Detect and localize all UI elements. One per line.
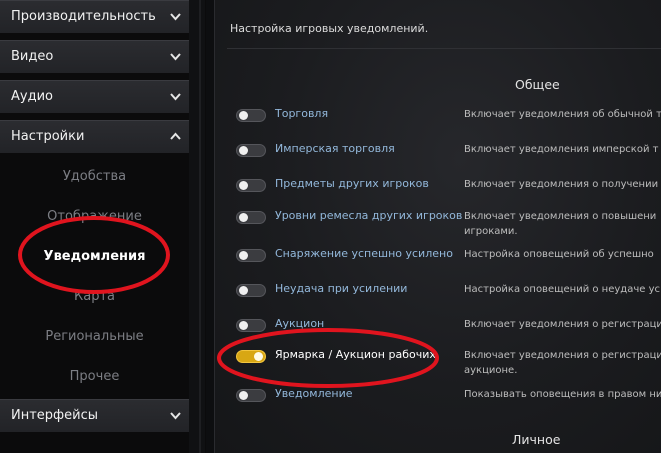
section-label: Настройки — [11, 129, 85, 144]
notification-label: Снаряжение успешно усилено — [275, 247, 453, 260]
notification-toggle[interactable] — [236, 144, 266, 157]
notification-description: Показывать оповещения в правом ни — [464, 387, 661, 402]
chevron-down-icon — [170, 93, 181, 101]
toggle-knob — [239, 111, 248, 120]
toggle-knob — [239, 321, 248, 330]
panel-title: Настройка игровых уведомлений. — [230, 22, 429, 35]
toggle-knob — [239, 213, 248, 222]
toggle-knob — [239, 251, 248, 260]
subitem-display[interactable]: Отображение — [0, 197, 189, 237]
chevron-down-icon — [170, 412, 181, 420]
subitem-notifications[interactable]: Уведомления — [0, 237, 189, 277]
divider — [227, 48, 661, 49]
notification-label: Имперская торговля — [275, 142, 395, 155]
subitem-map[interactable]: Карта — [0, 277, 189, 317]
section-audio[interactable]: Аудио — [0, 80, 189, 113]
chevron-down-icon — [170, 53, 181, 61]
notification-label: Торговля — [275, 107, 329, 120]
settings-sidebar: Производительность Видео Аудио Настройки… — [0, 0, 206, 453]
notification-toggle[interactable] — [236, 350, 266, 363]
notification-toggle[interactable] — [236, 389, 266, 402]
toggle-knob — [239, 146, 248, 155]
notification-description: Включает уведомления имперской т — [464, 142, 661, 157]
notification-label: Предметы других игроков — [275, 177, 429, 190]
group-title-personal: Личное — [512, 432, 561, 447]
sidebar-scroll-divider — [189, 0, 205, 453]
notification-label: Уведомление — [275, 387, 353, 400]
description-line: Включает уведомления о получении — [464, 179, 659, 190]
notification-toggle[interactable] — [236, 284, 266, 297]
notification-toggle[interactable] — [236, 109, 266, 122]
section-label: Интерфейсы — [11, 408, 99, 423]
section-video[interactable]: Видео — [0, 40, 189, 73]
description-line: Настройка оповещений о неудаче ус — [464, 284, 660, 295]
description-line: игроками. — [464, 226, 518, 237]
description-line: Включает уведомления о повышени — [464, 211, 657, 222]
section-performance[interactable]: Производительность — [0, 0, 189, 33]
notification-toggle[interactable] — [236, 319, 266, 332]
notification-description: Включает уведомления о повышени игроками. — [464, 209, 661, 239]
notification-description: Настройка оповещений о неудаче ус — [464, 282, 661, 297]
section-interfaces[interactable]: Интерфейсы — [0, 399, 189, 432]
notification-description: Настройка оповещений об успешно — [464, 247, 661, 262]
notification-toggle[interactable] — [236, 249, 266, 262]
description-line: Включает уведомления об обычной т — [464, 109, 661, 120]
section-label: Видео — [11, 49, 54, 64]
toggle-knob — [239, 391, 248, 400]
toggle-knob — [239, 181, 248, 190]
notification-label: Аукцион — [275, 317, 325, 330]
notification-label: Неудача при усилении — [275, 282, 408, 295]
description-line: Настройка оповещений об успешно — [464, 249, 654, 260]
section-settings[interactable]: Настройки — [0, 120, 189, 153]
notifications-panel: Настройка игровых уведомлений. Общее Тор… — [214, 0, 661, 453]
description-line: Включает уведомления о регистраци — [464, 319, 661, 330]
chevron-down-icon — [170, 13, 181, 21]
description-line: Включает уведомления о регистраци — [464, 350, 661, 361]
notification-description: Включает уведомления о получении — [464, 177, 661, 192]
notification-description: Включает уведомления о регистраци — [464, 317, 661, 332]
notification-description: Включает уведомления о регистраци аукцион… — [464, 348, 661, 378]
notification-label: Ярмарка / Аукцион рабочих — [275, 348, 436, 361]
subitem-regional[interactable]: Региональные — [0, 317, 189, 357]
description-line: аукционе. — [464, 365, 518, 376]
toggle-knob — [239, 286, 248, 295]
chevron-up-icon — [170, 132, 181, 140]
notification-toggle[interactable] — [236, 211, 266, 224]
description-line: Включает уведомления имперской т — [464, 144, 659, 155]
subitem-convenience[interactable]: Удобства — [0, 157, 189, 197]
section-label: Аудио — [11, 89, 53, 104]
group-title-general: Общее — [515, 77, 560, 92]
notification-toggle[interactable] — [236, 179, 266, 192]
section-label: Производительность — [11, 9, 156, 24]
description-line: Показывать оповещения в правом ни — [464, 389, 661, 400]
toggle-knob — [254, 352, 263, 361]
notification-description: Включает уведомления об обычной т — [464, 107, 661, 122]
notification-label: Уровни ремесла других игроков — [275, 209, 463, 222]
subitem-other[interactable]: Прочее — [0, 357, 189, 397]
